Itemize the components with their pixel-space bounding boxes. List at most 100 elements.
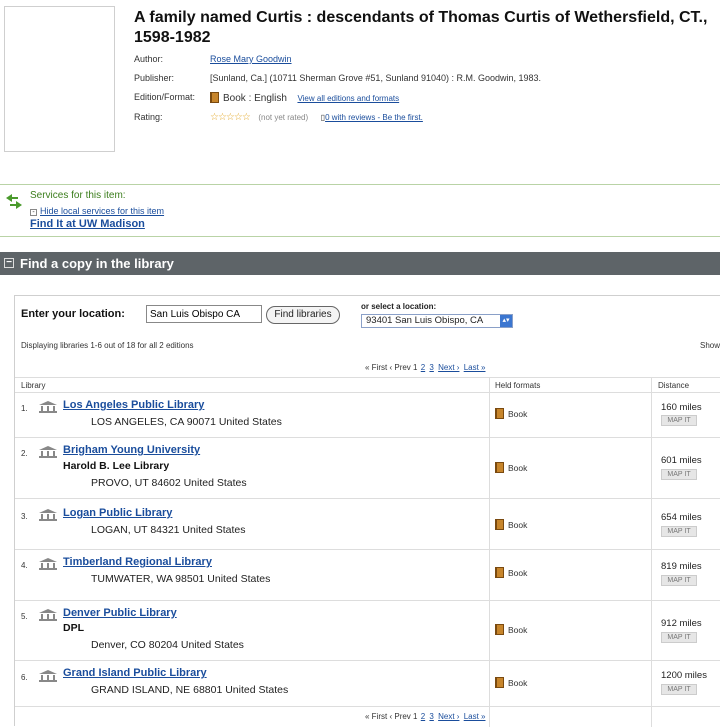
- location-select[interactable]: 93401 San Luis Obispo, CA ▴▾: [361, 314, 513, 328]
- library-name-link[interactable]: Logan Public Library: [63, 507, 172, 519]
- pager-prev[interactable]: ‹ Prev: [389, 712, 410, 721]
- col-distance: Distance: [658, 381, 690, 390]
- book-icon: [495, 462, 504, 473]
- held-format: Book: [495, 462, 527, 473]
- hide-services-text[interactable]: Hide local services for this item: [40, 206, 164, 216]
- find-libraries-button[interactable]: Find libraries: [266, 306, 340, 324]
- row-number: 3.: [21, 512, 28, 521]
- distance-value: 654 miles: [661, 512, 702, 523]
- map-it-button[interactable]: MAP IT: [661, 575, 697, 586]
- collapse-icon: -: [30, 209, 37, 216]
- book-icon: [495, 677, 504, 688]
- library-building-icon: [39, 509, 57, 521]
- format-text: Book: [508, 409, 528, 419]
- distance-value: 1200 miles: [661, 670, 707, 681]
- book-icon: [210, 92, 219, 103]
- map-it-button[interactable]: MAP IT: [661, 469, 697, 480]
- col-library: Library: [21, 381, 46, 390]
- collapse-section-icon[interactable]: −: [4, 258, 14, 268]
- map-it-button[interactable]: MAP IT: [661, 526, 697, 537]
- row-number: 1.: [21, 404, 28, 413]
- pager-page-3[interactable]: 3: [429, 712, 433, 721]
- pager-top: « First ‹ Prev 1 2 3 Next › Last »: [365, 363, 486, 372]
- map-it-button[interactable]: MAP IT: [661, 684, 697, 695]
- author-link[interactable]: Rose Mary Goodwin: [210, 54, 292, 64]
- table-header: Library Held formats Distance: [15, 377, 720, 393]
- pager-first[interactable]: « First: [365, 712, 387, 721]
- services-section: Services for this item: - Hide local serv…: [4, 190, 720, 238]
- divider-top: [0, 184, 720, 185]
- held-format: Book: [495, 519, 527, 530]
- pager-last[interactable]: Last »: [464, 363, 486, 372]
- library-name-link[interactable]: Brigham Young University: [63, 444, 200, 456]
- book-icon: [495, 567, 504, 578]
- pager-next[interactable]: Next ›: [438, 363, 459, 372]
- book-title: A family named Curtis : descendants of T…: [134, 9, 708, 46]
- table-row: 1. Los Angeles Public Library LOS ANGELE…: [15, 393, 720, 438]
- publisher-value: [Sunland, Ca.] (10711 Sherman Grove #51,…: [210, 73, 542, 83]
- map-it-button[interactable]: MAP IT: [661, 632, 697, 643]
- library-address: Denver, CO 80204 United States: [91, 639, 244, 651]
- services-heading: Services for this item:: [30, 190, 126, 201]
- pager-page-1: 1: [413, 363, 418, 372]
- held-format: Book: [495, 677, 527, 688]
- library-building-icon: [39, 609, 57, 621]
- pager-next[interactable]: Next ›: [438, 712, 459, 721]
- book-icon: [495, 408, 504, 419]
- library-panel: Enter your location: Find libraries or s…: [14, 295, 720, 727]
- edition-label: Edition/Format:: [134, 92, 196, 102]
- library-address: LOGAN, UT 84321 United States: [91, 524, 246, 536]
- library-name-link[interactable]: Timberland Regional Library: [63, 556, 212, 568]
- table-row: 4. Timberland Regional Library TUMWATER,…: [15, 550, 720, 601]
- rating-text: (not yet rated): [258, 113, 309, 122]
- find-it-link[interactable]: Find It at UW Madison: [30, 218, 145, 230]
- book-icon: [495, 519, 504, 530]
- distance-value: 912 miles: [661, 618, 702, 629]
- reviews-link[interactable]: 0 with reviews - Be the first.: [325, 113, 423, 122]
- table-row: 3. Logan Public Library LOGAN, UT 84321 …: [15, 499, 720, 550]
- distance-value: 819 miles: [661, 561, 702, 572]
- find-copy-header[interactable]: − Find a copy in the library: [0, 252, 720, 275]
- col-formats: Held formats: [495, 381, 541, 390]
- edition-text: Book : English: [223, 93, 287, 104]
- services-arrows-icon: [6, 194, 22, 209]
- pager-page-2[interactable]: 2: [421, 363, 425, 372]
- view-all-editions-link[interactable]: View all editions and formats: [297, 94, 399, 103]
- library-building-icon: [39, 401, 57, 413]
- distance-value: 160 miles: [661, 402, 702, 413]
- rating-label: Rating:: [134, 112, 163, 122]
- map-it-button[interactable]: MAP IT: [661, 415, 697, 426]
- location-select-value: 93401 San Luis Obispo, CA: [366, 315, 484, 326]
- divider-bottom: [0, 236, 720, 237]
- pager-page-1: 1: [413, 712, 418, 721]
- pager-first[interactable]: « First: [365, 363, 387, 372]
- library-name-link[interactable]: Los Angeles Public Library: [63, 399, 204, 411]
- format-text: Book: [508, 520, 528, 530]
- library-address: LOS ANGELES, CA 90071 United States: [91, 416, 282, 428]
- rating-value: ☆☆☆☆☆ (not yet rated) ▯0 with reviews - …: [210, 112, 423, 123]
- held-format: Book: [495, 567, 527, 578]
- row-number: 5.: [21, 612, 28, 621]
- pager-last[interactable]: Last »: [464, 712, 486, 721]
- pager-page-2[interactable]: 2: [421, 712, 425, 721]
- row-number: 4.: [21, 561, 28, 570]
- format-text: Book: [508, 568, 528, 578]
- table-row: 6. Grand Island Public Library GRAND ISL…: [15, 661, 720, 707]
- library-name-link[interactable]: Grand Island Public Library: [63, 667, 207, 679]
- hide-services-link[interactable]: - Hide local services for this item: [30, 206, 164, 216]
- library-sub-name: DPL: [63, 622, 84, 634]
- book-cover-placeholder: [4, 6, 115, 152]
- row-number: 6.: [21, 673, 28, 682]
- pager-prev[interactable]: ‹ Prev: [389, 363, 410, 372]
- pager-page-3[interactable]: 3: [429, 363, 433, 372]
- library-sub-name: Harold B. Lee Library: [63, 460, 170, 472]
- library-name-link[interactable]: Denver Public Library: [63, 607, 177, 619]
- select-arrow-icon: ▴▾: [500, 315, 512, 327]
- library-building-icon: [39, 558, 57, 570]
- location-input[interactable]: [146, 305, 262, 323]
- rating-stars-icon[interactable]: ☆☆☆☆☆: [210, 112, 251, 123]
- show-label[interactable]: Show: [700, 341, 720, 350]
- edition-value: Book : English View all editions and for…: [210, 92, 399, 104]
- table-row: 5. Denver Public Library DPL Denver, CO …: [15, 601, 720, 661]
- held-format: Book: [495, 624, 527, 635]
